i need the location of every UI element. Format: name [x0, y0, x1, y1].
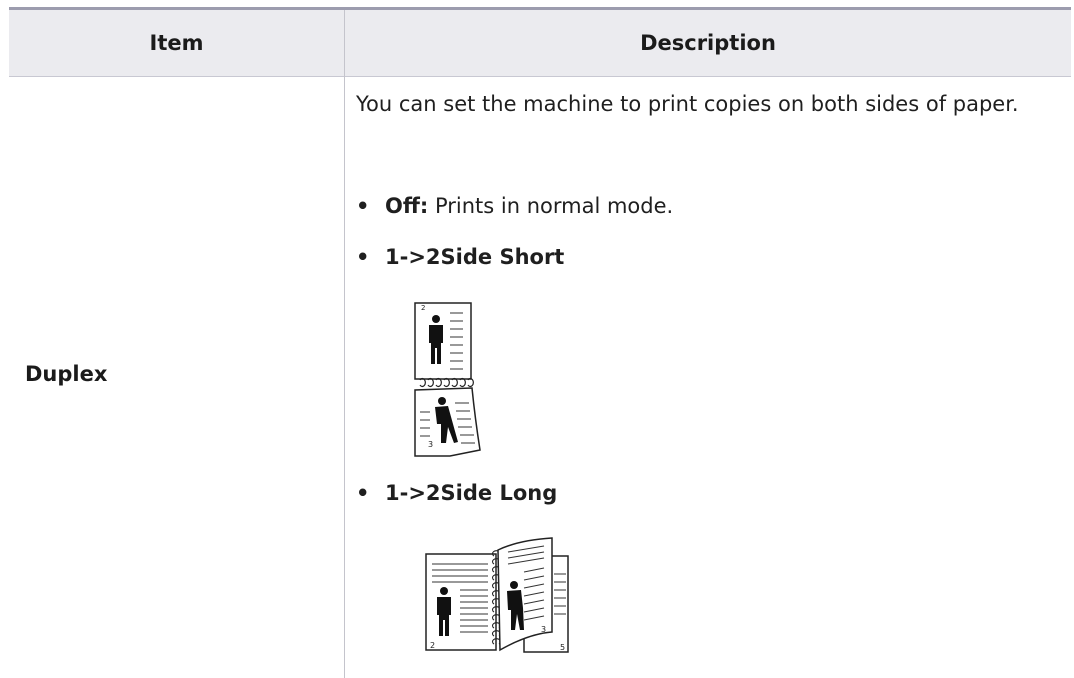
option-label: 1->2Side Short: [385, 245, 565, 269]
header-divider: [9, 76, 1071, 77]
option-label: 1->2Side Long: [385, 481, 558, 505]
option-short: • 1->2Side Short: [356, 242, 564, 272]
header-item: Item: [149, 31, 204, 55]
item-cell-duplex: Duplex: [25, 362, 108, 386]
column-divider: [344, 10, 345, 678]
short-edge-duplex-illustration: 2 3: [414, 302, 481, 457]
long-left-page-number: 2: [430, 641, 435, 650]
option-text: Prints in normal mode.: [434, 194, 674, 218]
short-bottom-page-number: 3: [428, 440, 433, 449]
intro-text: You can set the machine to print copies …: [356, 92, 1019, 116]
bullet-icon: •: [356, 245, 370, 269]
header-description: Description: [640, 31, 776, 55]
description-intro: You can set the machine to print copies …: [356, 86, 1056, 122]
long-right-outer-page-number: 5: [560, 643, 565, 652]
long-right-inner-page-number: 3: [541, 625, 546, 634]
bullet-icon: •: [356, 194, 370, 218]
option-long: • 1->2Side Long: [356, 478, 557, 508]
bullet-icon: •: [356, 481, 370, 505]
long-edge-duplex-illustration: 2 3 5: [425, 537, 569, 653]
short-top-page-number: 2: [421, 304, 425, 312]
option-off: • Off: Prints in normal mode.: [356, 191, 673, 221]
option-label: Off:: [385, 194, 429, 218]
